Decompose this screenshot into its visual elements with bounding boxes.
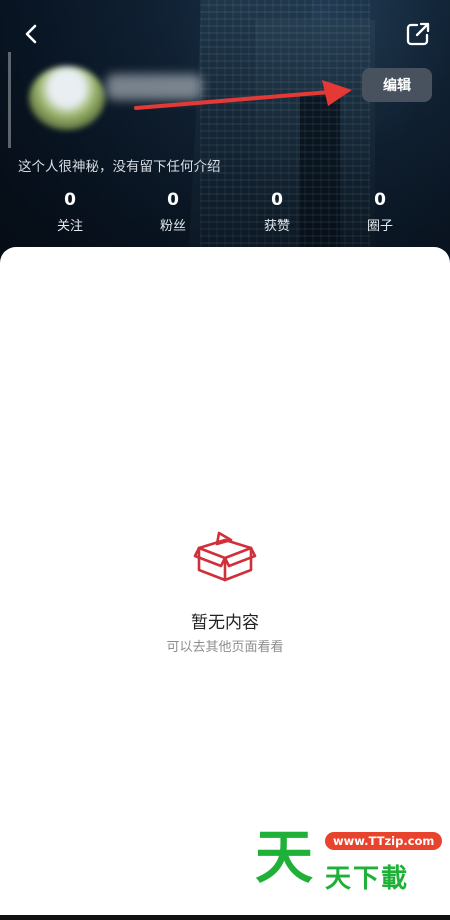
stat-followers[interactable]: 0 粉丝 (133, 190, 213, 234)
annotation-arrow (134, 80, 352, 110)
share-button[interactable] (400, 16, 436, 52)
avatar-container (8, 52, 111, 148)
watermark-text: 天下載 (325, 864, 410, 894)
watermark-url: www.TTzip.com (325, 832, 443, 850)
chevron-left-icon (25, 24, 37, 44)
open-box-icon (193, 531, 257, 582)
stat-value: 0 (374, 190, 386, 210)
bottom-edge (0, 915, 450, 920)
stat-value: 0 (271, 190, 283, 210)
stat-likes[interactable]: 0 获赞 (237, 190, 317, 234)
watermark-logo: 天 www.TTzip.com 天下載 (255, 823, 443, 896)
stat-value: 0 (167, 190, 179, 210)
stat-following[interactable]: 0 关注 (30, 190, 110, 234)
watermark-big-char: 天 (255, 823, 314, 891)
share-icon (406, 22, 430, 46)
stat-label: 圈子 (366, 219, 393, 234)
stat-label: 关注 (56, 219, 83, 234)
back-button[interactable] (14, 16, 50, 52)
empty-state-title: 暂无内容 (191, 613, 259, 633)
stat-circles[interactable]: 0 圈子 (340, 190, 420, 234)
empty-state-subtitle: 可以去其他页面看看 (166, 640, 284, 655)
profile-stats: 0 关注 0 粉丝 0 获赞 0 圈子 (0, 190, 450, 240)
profile-bio: 这个人很神秘，没有留下任何介绍 (18, 159, 221, 175)
avatar[interactable] (29, 66, 105, 130)
stat-label: 粉丝 (159, 219, 186, 234)
stat-label: 获赞 (263, 219, 290, 234)
edit-profile-button[interactable]: 编辑 (362, 68, 432, 102)
stat-value: 0 (64, 190, 76, 210)
